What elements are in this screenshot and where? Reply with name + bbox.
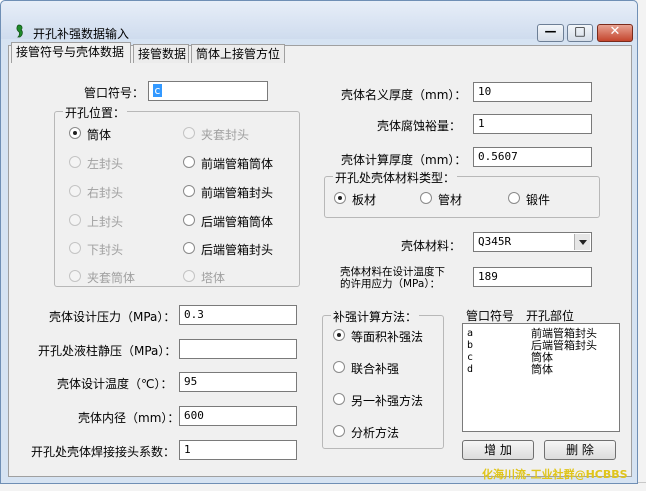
design-temp-input[interactable]: 95 — [179, 372, 297, 392]
radio-shell[interactable] — [69, 127, 81, 139]
weld-coefficient-label: 开孔处壳体焊接接头系数： — [31, 445, 176, 459]
radio-rear-channel-head-label: 后端管箱封头 — [201, 243, 274, 257]
radio-jacket-head[interactable] — [183, 127, 195, 139]
radio-analysis-label: 分析方法 — [351, 426, 400, 440]
radio-top-head[interactable] — [69, 214, 81, 226]
nominal-thickness-label: 壳体名义厚度（mm）： — [341, 88, 467, 102]
shell-material-label: 壳体材料： — [401, 239, 462, 253]
nozzle-symbol-value: c — [153, 84, 162, 97]
design-pressure-input[interactable]: 0.3 — [179, 305, 297, 325]
radio-plate[interactable] — [334, 192, 346, 204]
opening-position-title: 开孔位置： — [63, 104, 128, 121]
radio-tower[interactable] — [183, 270, 195, 282]
nozzle-symbol-input[interactable]: c — [148, 81, 268, 101]
tab-nozzle-data[interactable]: 接管数据 — [133, 44, 189, 63]
radio-bottom-head[interactable] — [69, 242, 81, 254]
window-title: 开孔补强数据输入 — [33, 27, 130, 41]
title-bar[interactable]: 开孔补强数据输入 — □ ✕ — [1, 1, 637, 42]
radio-left-head-label: 左封头 — [87, 157, 124, 171]
radio-pipe-label: 管材 — [438, 193, 463, 207]
tab-nozzle-orientation[interactable]: 筒体上接管方位 — [191, 44, 285, 63]
shell-material-value: Q345R — [478, 235, 512, 248]
radio-front-channel-head-label: 前端管箱封头 — [201, 186, 274, 200]
radio-jacket-shell[interactable] — [69, 270, 81, 282]
radio-analysis[interactable] — [333, 425, 345, 437]
radio-combined[interactable] — [333, 361, 345, 373]
design-pressure-label: 壳体设计压力（MPa）： — [49, 310, 176, 324]
close-icon: ✕ — [609, 24, 621, 39]
liquid-pressure-label: 开孔处液柱静压（MPa）： — [38, 344, 177, 358]
radio-jacket-head-label: 夹套封头 — [201, 128, 250, 142]
radio-front-channel-shell-label: 前端管箱筒体 — [201, 157, 274, 171]
radio-jacket-shell-label: 夹套筒体 — [87, 271, 136, 285]
calc-thickness-label: 壳体计算厚度（mm）： — [341, 153, 467, 167]
radio-plate-label: 板材 — [352, 193, 377, 207]
radio-equal-area[interactable] — [333, 329, 345, 341]
calc-thickness-input[interactable]: 0.5607 — [473, 147, 592, 167]
weld-coefficient-input[interactable]: 1 — [179, 440, 297, 460]
corrosion-allowance-label: 壳体腐蚀裕量： — [377, 119, 462, 133]
radio-rear-channel-shell-label: 后端管箱筒体 — [201, 215, 274, 229]
radio-combined-label: 联合补强 — [351, 362, 400, 376]
material-type-title: 开孔处壳体材料类型： — [333, 169, 458, 186]
nominal-thickness-input[interactable]: 10 — [473, 82, 592, 102]
list-item-symbol: d — [467, 364, 474, 375]
radio-forging-label: 锻件 — [526, 193, 551, 207]
allowable-stress-input[interactable]: 189 — [473, 267, 592, 287]
radio-front-channel-head[interactable] — [183, 185, 195, 197]
add-button[interactable]: 增 加 — [462, 440, 534, 460]
shell-material-select[interactable]: Q345R — [473, 232, 592, 252]
list-header-location: 开孔部位 — [526, 309, 575, 323]
radio-rear-channel-shell[interactable] — [183, 214, 195, 226]
radio-right-head[interactable] — [69, 185, 81, 197]
radio-forging[interactable] — [508, 192, 520, 204]
list-item-symbol: c — [467, 352, 474, 363]
inner-diameter-input[interactable]: 600 — [179, 406, 297, 426]
app-icon — [16, 24, 23, 38]
list-header-symbol: 管口符号 — [466, 309, 515, 323]
list-item-location: 筒体 — [531, 363, 553, 376]
minimize-button[interactable]: — — [537, 24, 564, 42]
chevron-down-icon[interactable] — [574, 234, 590, 250]
liquid-pressure-input[interactable] — [179, 339, 297, 359]
radio-pipe[interactable] — [420, 192, 432, 204]
inner-diameter-label: 壳体内径（mm）： — [78, 411, 180, 425]
radio-other-method-label: 另一补强方法 — [351, 394, 424, 408]
allowable-stress-label-line2: 的许用应力（MPa）： — [340, 278, 441, 290]
radio-other-method[interactable] — [333, 393, 345, 405]
radio-front-channel-shell[interactable] — [183, 156, 195, 168]
radio-shell-label: 筒体 — [87, 128, 112, 142]
radio-right-head-label: 右封头 — [87, 186, 124, 200]
allowable-stress-label-line1: 壳体材料在设计温度下 — [340, 266, 445, 278]
tab-nozzle-shell-data[interactable]: 接管符号与壳体数据 — [11, 42, 131, 63]
radio-bottom-head-label: 下封头 — [87, 243, 124, 257]
watermark-text: 化海川流-工业社群@HCBBS — [482, 468, 628, 481]
delete-button[interactable]: 删 除 — [544, 440, 616, 460]
minimize-icon: — — [544, 24, 557, 38]
close-button[interactable]: ✕ — [597, 24, 633, 42]
radio-top-head-label: 上封头 — [87, 215, 124, 229]
radio-left-head[interactable] — [69, 156, 81, 168]
list-item-symbol: b — [467, 340, 474, 351]
radio-equal-area-label: 等面积补强法 — [351, 330, 424, 344]
maximize-button[interactable]: □ — [567, 24, 593, 42]
radio-rear-channel-head[interactable] — [183, 242, 195, 254]
radio-tower-label: 塔体 — [201, 271, 226, 285]
nozzle-symbol-label: 管口符号： — [84, 86, 145, 100]
nozzle-listbox[interactable]: a 前端管箱封头 b 后端管箱封头 c 筒体 d 筒体 — [462, 323, 620, 432]
maximize-icon: □ — [574, 24, 586, 38]
calc-method-title: 补强计算方法： — [331, 308, 420, 325]
list-item-symbol: a — [467, 328, 474, 339]
design-temp-label: 壳体设计温度（℃）： — [57, 377, 173, 391]
corrosion-allowance-input[interactable]: 1 — [473, 114, 592, 134]
